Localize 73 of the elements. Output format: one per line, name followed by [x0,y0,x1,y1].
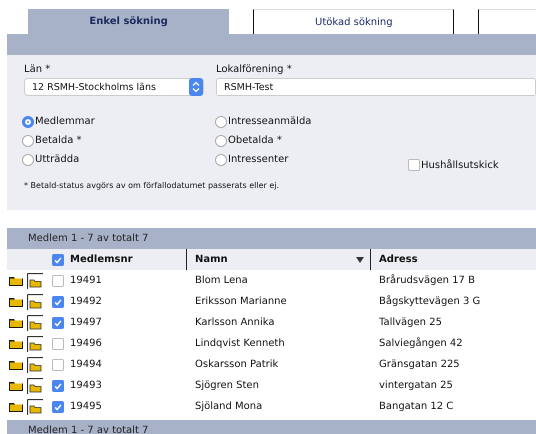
county-select[interactable]: 12 RSMH-Stockholms läns [24,78,204,96]
open-folder-icon[interactable] [27,398,43,414]
table-cell: 19494 [70,359,102,370]
open-folder-icon[interactable] [27,314,43,330]
table-cell: Oskarsson Patrik [195,359,278,370]
table-cell: Blom Lena [195,275,248,286]
table-cell: 19495 [70,401,102,412]
folder-icon[interactable] [9,380,23,391]
row-checkbox[interactable] [52,274,64,286]
required-mark: * [45,64,50,75]
radio-button[interactable] [215,116,227,128]
row-checkbox[interactable] [52,400,64,412]
table-cell: Eriksson Marianne [195,296,287,307]
radio-label: Medlemmar [35,116,95,127]
table-cell: 19496 [70,338,102,349]
footnote: * Betald-status avgörs av om förfallodatumet passerats eller ej. [24,181,280,190]
table-cell: vintergatan 25 [379,380,453,391]
table-cell: Salviegången 42 [379,338,463,349]
open-folder-icon[interactable] [27,356,43,372]
field-label: Lokalförening [216,64,284,75]
row-checkbox[interactable] [52,296,64,308]
row-checkbox[interactable] [52,380,64,392]
radio-label: Intressenter [228,154,288,165]
open-folder-icon[interactable] [27,378,43,394]
select-all-checkbox[interactable] [52,254,64,266]
folder-icon[interactable] [9,275,23,286]
table-cell: Karlsson Annika [195,317,274,328]
radio-label: Obetalda * [228,135,282,146]
radio-button[interactable] [22,154,34,166]
column-header[interactable]: Adress [379,254,418,265]
table-cell: 19491 [70,275,102,286]
table-cell: Sjögren Sten [195,380,259,391]
radio-label: Utträdda [35,154,80,165]
table-cell: Sjöland Mona [195,401,262,412]
radio-label: Betalda * [35,135,82,146]
radio-button[interactable] [22,134,34,146]
open-folder-icon[interactable] [27,294,43,310]
open-folder-icon[interactable] [27,336,43,352]
folder-icon[interactable] [9,401,23,412]
folder-icon[interactable] [9,338,23,349]
field-label: Län [24,64,42,75]
table-cell: Tallvägen 25 [379,317,442,328]
folder-icon[interactable] [9,359,23,370]
radio-button[interactable] [215,154,227,166]
folder-icon[interactable] [9,296,23,307]
table-cell: 19492 [70,296,102,307]
table-cell: 19497 [70,317,102,328]
association-field[interactable]: RSMH-Test [216,78,536,96]
radio-button[interactable] [22,116,34,128]
table-cell: Gränsgatan 225 [379,359,460,370]
row-checkbox[interactable] [52,338,64,350]
radio-button[interactable] [215,134,227,146]
checkbox[interactable] [408,159,420,171]
checkbox-label: Hushållsutskick [421,160,499,171]
result-summary-bar: Medlem 1 - 7 av totalt 7 [7,228,536,249]
table-cell: Bågskyttevägen 3 G [379,296,480,307]
column-header[interactable]: Medlemsnr [70,254,133,265]
table-cell: 19493 [70,380,102,391]
sort-icon[interactable] [356,256,364,262]
stepper-icon [189,78,203,96]
tab[interactable]: Utökad sökning [253,9,454,34]
tab[interactable]: Enkel sökning [28,9,230,34]
column-header[interactable]: Namn [195,254,228,265]
row-checkbox[interactable] [52,316,64,328]
required-mark: * [286,64,292,75]
open-folder-icon[interactable] [27,272,43,288]
row-checkbox[interactable] [52,358,64,370]
table-cell: Bangatan 12 C [379,401,454,412]
table-cell: Lindqvist Kenneth [195,338,285,349]
result-summary-bar: Medlem 1 - 7 av totalt 7 [7,420,536,434]
radio-label: Intresseanmälda [228,116,312,127]
table-cell: Brårudsvägen 17 B [379,275,475,286]
folder-icon[interactable] [9,317,23,328]
